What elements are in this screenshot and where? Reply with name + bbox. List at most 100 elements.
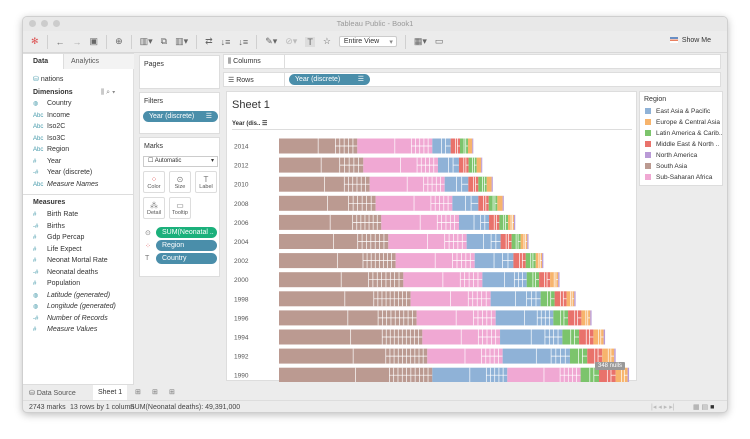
- measure-field[interactable]: # Gdp Percap: [33, 234, 84, 241]
- zoom-window-button[interactable]: [53, 20, 60, 27]
- region-segment[interactable]: [539, 272, 551, 288]
- region-segment[interactable]: [554, 291, 567, 307]
- dimension-field[interactable]: Abc Region: [33, 146, 69, 153]
- region-segment[interactable]: [535, 253, 543, 269]
- view-mode-icons[interactable]: ▦ ▤ ■: [693, 403, 714, 411]
- measure-field[interactable]: -# Number of Records: [33, 315, 108, 322]
- region-segment[interactable]: [432, 138, 451, 154]
- legend-item[interactable]: North America: [645, 152, 697, 159]
- new-worksheet-icon[interactable]: ▥▾: [140, 36, 153, 47]
- dimension-field[interactable]: # Year: [33, 158, 61, 165]
- region-segment[interactable]: [375, 195, 453, 211]
- rows-shelf[interactable]: ☰ Rows Year (discrete) ☰: [223, 72, 721, 87]
- region-segment[interactable]: [590, 310, 592, 326]
- region-segment[interactable]: [511, 234, 521, 249]
- region-segment[interactable]: [558, 272, 560, 288]
- measure-field[interactable]: -# Neonatal deaths: [33, 269, 98, 276]
- region-segment[interactable]: [502, 195, 504, 211]
- region-segment[interactable]: [499, 214, 509, 230]
- tab-data-source[interactable]: ⛁ Data Source: [29, 389, 76, 397]
- region-segment[interactable]: [579, 329, 594, 345]
- region-segment[interactable]: [490, 291, 541, 307]
- close-window-button[interactable]: [29, 20, 36, 27]
- region-segment[interactable]: [489, 214, 500, 230]
- duplicate-icon[interactable]: ⧉: [161, 36, 167, 47]
- tooltip-button[interactable]: ▭ Tooltip: [169, 197, 191, 219]
- rows-pill-year[interactable]: Year (discrete) ☰: [289, 74, 370, 85]
- columns-shelf[interactable]: ⫼ Columns: [223, 54, 721, 69]
- treemap-cell[interactable]: [502, 195, 504, 211]
- region-segment[interactable]: [460, 138, 468, 154]
- dimensions-menu-icon[interactable]: ⫼ ⌕ ▾: [101, 89, 115, 97]
- new-story-icon[interactable]: ⊞: [169, 388, 175, 396]
- treemap-cell[interactable]: [527, 234, 529, 249]
- region-segment[interactable]: [566, 291, 575, 307]
- region-segment[interactable]: [279, 214, 382, 230]
- save-icon[interactable]: ▣: [90, 36, 99, 47]
- nulls-indicator[interactable]: 348 nulls: [595, 362, 626, 370]
- region-segment[interactable]: [553, 310, 569, 326]
- minimize-window-button[interactable]: [41, 20, 48, 27]
- dimension-field[interactable]: Abc Income: [33, 112, 70, 119]
- new-dashboard-icon[interactable]: ⊞: [152, 388, 158, 396]
- legend-item[interactable]: Middle East & North ..: [645, 141, 719, 148]
- presentation-icon[interactable]: ▭: [435, 36, 444, 47]
- marks-pill-color[interactable]: Region: [156, 240, 217, 251]
- treemap-cell[interactable]: [603, 329, 606, 345]
- legend-item[interactable]: Europe & Central Asia: [645, 119, 720, 126]
- region-segment[interactable]: [476, 157, 482, 173]
- region-segment[interactable]: [574, 291, 576, 307]
- region-segment[interactable]: [444, 176, 469, 192]
- region-segment[interactable]: [581, 310, 591, 326]
- region-segment[interactable]: [279, 272, 404, 288]
- dimension-field[interactable]: ◍ Country: [33, 100, 72, 107]
- region-segment[interactable]: [432, 367, 508, 382]
- region-segment[interactable]: [502, 348, 570, 364]
- fit-select[interactable]: Entire View: [338, 36, 397, 47]
- region-segment[interactable]: [279, 329, 423, 345]
- new-datasource-icon[interactable]: ⊕: [115, 36, 123, 47]
- measure-field[interactable]: # Measure Values: [33, 326, 97, 333]
- region-segment[interactable]: [474, 253, 514, 269]
- dimension-field[interactable]: Abc Iso3C: [33, 135, 65, 142]
- detail-button[interactable]: ⁂ Detail: [143, 197, 165, 219]
- region-segment[interactable]: [500, 329, 563, 345]
- region-segment[interactable]: [482, 272, 527, 288]
- region-segment[interactable]: [279, 157, 364, 173]
- region-segment[interactable]: [514, 214, 516, 230]
- region-segment[interactable]: [569, 348, 588, 364]
- region-segment[interactable]: [542, 253, 544, 269]
- treemap-cell[interactable]: [558, 272, 560, 288]
- region-segment[interactable]: [279, 291, 411, 307]
- measure-field[interactable]: ◍ Longitude (generated): [33, 303, 116, 310]
- region-segment[interactable]: [422, 329, 501, 345]
- filters-shelf[interactable]: Filters Year (discrete) ☰: [139, 92, 220, 134]
- region-segment[interactable]: [388, 234, 467, 249]
- measure-field[interactable]: # Life Expect: [33, 246, 82, 253]
- region-segment[interactable]: [478, 176, 487, 192]
- region-segment[interactable]: [279, 138, 358, 154]
- legend-item[interactable]: South Asia: [645, 163, 687, 170]
- measure-field[interactable]: -# Births: [33, 223, 65, 230]
- region-segment[interactable]: [279, 367, 433, 382]
- chart-size-icon[interactable]: ▦▾: [414, 36, 427, 47]
- mark-type-select[interactable]: ☐ Automatic ▾: [143, 156, 218, 167]
- forward-icon[interactable]: →: [73, 37, 82, 47]
- tableau-logo-icon[interactable]: ✻: [31, 36, 39, 47]
- region-segment[interactable]: [468, 176, 479, 192]
- sheet-nav-icons[interactable]: |◂ ◂ ▸ ▸|: [651, 403, 675, 411]
- region-segment[interactable]: [357, 138, 433, 154]
- pin-icon[interactable]: ☆: [323, 36, 331, 47]
- swap-icon[interactable]: ⇄: [205, 36, 213, 47]
- datasource-nations[interactable]: ⛁ nations: [33, 75, 63, 83]
- region-segment[interactable]: [279, 253, 396, 269]
- region-segment[interactable]: [466, 234, 501, 249]
- labels-icon[interactable]: T: [305, 36, 315, 47]
- region-segment[interactable]: [468, 157, 477, 173]
- tab-analytics[interactable]: Analytics: [71, 58, 99, 65]
- treemap-cell[interactable]: [476, 157, 482, 173]
- size-button[interactable]: ⊙ Size: [169, 171, 191, 193]
- treemap-cell[interactable]: [491, 176, 493, 192]
- region-segment[interactable]: [500, 234, 512, 249]
- treemap-cell[interactable]: [574, 291, 576, 307]
